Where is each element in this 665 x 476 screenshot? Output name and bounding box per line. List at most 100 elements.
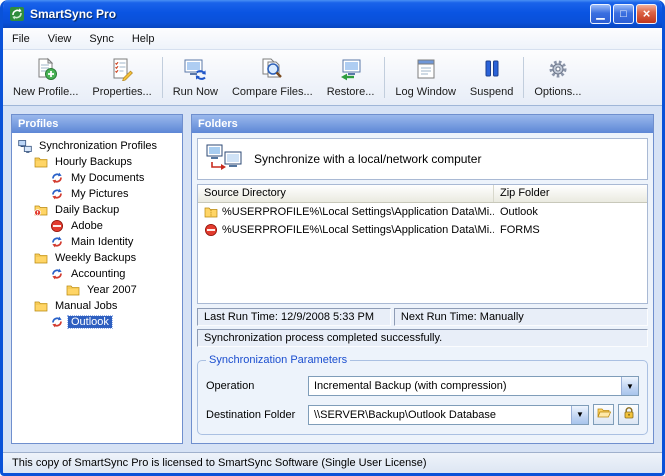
new-profile-icon (34, 57, 58, 84)
destination-folder-value: \\SERVER\Backup\Outlook Database (309, 409, 571, 421)
tree-item-manual-jobs[interactable]: Manual Jobs (14, 298, 180, 314)
options-button[interactable]: Options... (527, 52, 588, 103)
folder-icon (34, 299, 48, 313)
zip-folder-cell: FORMS (494, 224, 647, 236)
window-title: SmartSync Pro (30, 7, 585, 21)
sync-profile-icon (50, 267, 64, 281)
menubar: File View Sync Help (3, 28, 662, 50)
status-bar: This copy of SmartSync Pro is licensed t… (3, 452, 662, 473)
operation-select[interactable]: Incremental Backup (with compression) ▼ (308, 376, 639, 396)
synchronization-parameters-group: Synchronization Parameters Operation Inc… (197, 354, 648, 435)
next-run-time: Next Run Time: Manually (394, 308, 648, 326)
run-now-button[interactable]: Run Now (166, 52, 225, 103)
compare-files-button[interactable]: Compare Files... (225, 52, 320, 103)
tree-item-label: Outlook (68, 316, 112, 328)
maximize-button[interactable]: □ (613, 4, 634, 24)
destination-folder-row: Destination Folder \\SERVER\Backup\Outlo… (206, 404, 639, 425)
lock-icon (622, 406, 636, 423)
tree-item-main-identity[interactable]: Main Identity (14, 234, 180, 250)
log-window-icon (414, 57, 438, 84)
table-row[interactable]: %USERPROFILE%\Local Settings\Application… (198, 203, 647, 221)
folder-icon (66, 283, 80, 297)
operation-label: Operation (206, 380, 308, 392)
destination-folder-select[interactable]: \\SERVER\Backup\Outlook Database ▼ (308, 405, 589, 425)
excluded-icon (204, 223, 218, 237)
restore-icon (339, 57, 363, 84)
tree-item-synchronization-profiles[interactable]: Synchronization Profiles (14, 138, 180, 154)
listview-header: Source Directory Zip Folder (198, 185, 647, 203)
sync-description-box: Synchronize with a local/network compute… (197, 138, 648, 180)
titlebar[interactable]: SmartSync Pro ▁ □ × (3, 0, 662, 28)
chevron-down-icon[interactable]: ▼ (621, 377, 638, 395)
compare-files-icon (260, 57, 284, 84)
tree-item-label: Weekly Backups (52, 252, 139, 264)
tree-item-adobe[interactable]: Adobe (14, 218, 180, 234)
tree-item-label: Hourly Backups (52, 156, 135, 168)
column-zip-folder[interactable]: Zip Folder (494, 185, 647, 202)
zip-folder-icon (204, 205, 218, 219)
folders-panel-title: Folders (192, 115, 653, 133)
suspend-icon (480, 57, 504, 84)
restore-button[interactable]: Restore... (320, 52, 382, 103)
tree-item-label: Manual Jobs (52, 300, 120, 312)
sync-profile-icon (50, 187, 64, 201)
tree-item-label: My Pictures (68, 188, 131, 200)
suspend-label: Suspend (470, 86, 513, 98)
tree-item-hourly-backups[interactable]: Hourly Backups (14, 154, 180, 170)
tree-item-my-documents[interactable]: My Documents (14, 170, 180, 186)
tree-item-label: Main Identity (68, 236, 136, 248)
lock-button[interactable] (618, 404, 639, 425)
app-window: SmartSync Pro ▁ □ × File View Sync Help … (0, 0, 665, 476)
log-window-button[interactable]: Log Window (388, 52, 463, 103)
synchronization-parameters-title: Synchronization Parameters (206, 354, 350, 366)
chevron-down-icon[interactable]: ▼ (571, 406, 588, 424)
tree-item-year-2007[interactable]: Year 2007 (14, 282, 180, 298)
menu-view[interactable]: View (39, 30, 81, 48)
new-profile-label: New Profile... (13, 86, 78, 98)
network-computers-icon (206, 144, 242, 175)
restore-label: Restore... (327, 86, 375, 98)
menu-file[interactable]: File (3, 30, 39, 48)
sync-profile-icon (50, 171, 64, 185)
close-button[interactable]: × (636, 4, 657, 24)
menu-sync[interactable]: Sync (80, 30, 122, 48)
tree-item-label: Daily Backup (52, 204, 122, 216)
toolbar: New Profile... Properties... Run Now Com… (3, 50, 662, 106)
tree-item-label: Accounting (68, 268, 128, 280)
options-label: Options... (534, 86, 581, 98)
folder-icon (34, 155, 48, 169)
column-source-directory[interactable]: Source Directory (198, 185, 494, 202)
profiles-panel: Profiles Synchronization Profiles Hourly… (11, 114, 183, 444)
tree-item-label: Year 2007 (84, 284, 140, 296)
new-profile-button[interactable]: New Profile... (6, 52, 85, 103)
tree-item-outlook[interactable]: Outlook (14, 314, 180, 330)
operation-row: Operation Incremental Backup (with compr… (206, 376, 639, 396)
sync-profile-icon (50, 235, 64, 249)
options-icon (546, 57, 570, 84)
table-row[interactable]: %USERPROFILE%\Local Settings\Application… (198, 221, 647, 239)
sync-profile-icon (50, 315, 64, 329)
app-icon (9, 6, 25, 22)
open-folder-icon (597, 406, 611, 423)
tree-item-weekly-backups[interactable]: Weekly Backups (14, 250, 180, 266)
main-content: Profiles Synchronization Profiles Hourly… (3, 106, 662, 452)
tree-item-my-pictures[interactable]: My Pictures (14, 186, 180, 202)
tree-item-label: Adobe (68, 220, 106, 232)
last-run-time: Last Run Time: 12/9/2008 5:33 PM (197, 308, 391, 326)
minimize-button[interactable]: ▁ (590, 4, 611, 24)
run-now-label: Run Now (173, 86, 218, 98)
folders-panel: Folders Synchronize with a local/network… (191, 114, 654, 444)
profiles-panel-title: Profiles (12, 115, 182, 133)
toolbar-separator (523, 57, 524, 98)
zip-folder-cell: Outlook (494, 206, 647, 218)
disabled-profile-icon (50, 219, 64, 233)
folder-alert-icon (34, 203, 48, 217)
properties-button[interactable]: Properties... (85, 52, 158, 103)
menu-help[interactable]: Help (123, 30, 164, 48)
source-directory-cell: %USERPROFILE%\Local Settings\Application… (222, 224, 494, 236)
suspend-button[interactable]: Suspend (463, 52, 520, 103)
tree-item-daily-backup[interactable]: Daily Backup (14, 202, 180, 218)
browse-folder-button[interactable] (593, 404, 614, 425)
tree-item-label: Synchronization Profiles (36, 140, 160, 152)
tree-item-accounting[interactable]: Accounting (14, 266, 180, 282)
